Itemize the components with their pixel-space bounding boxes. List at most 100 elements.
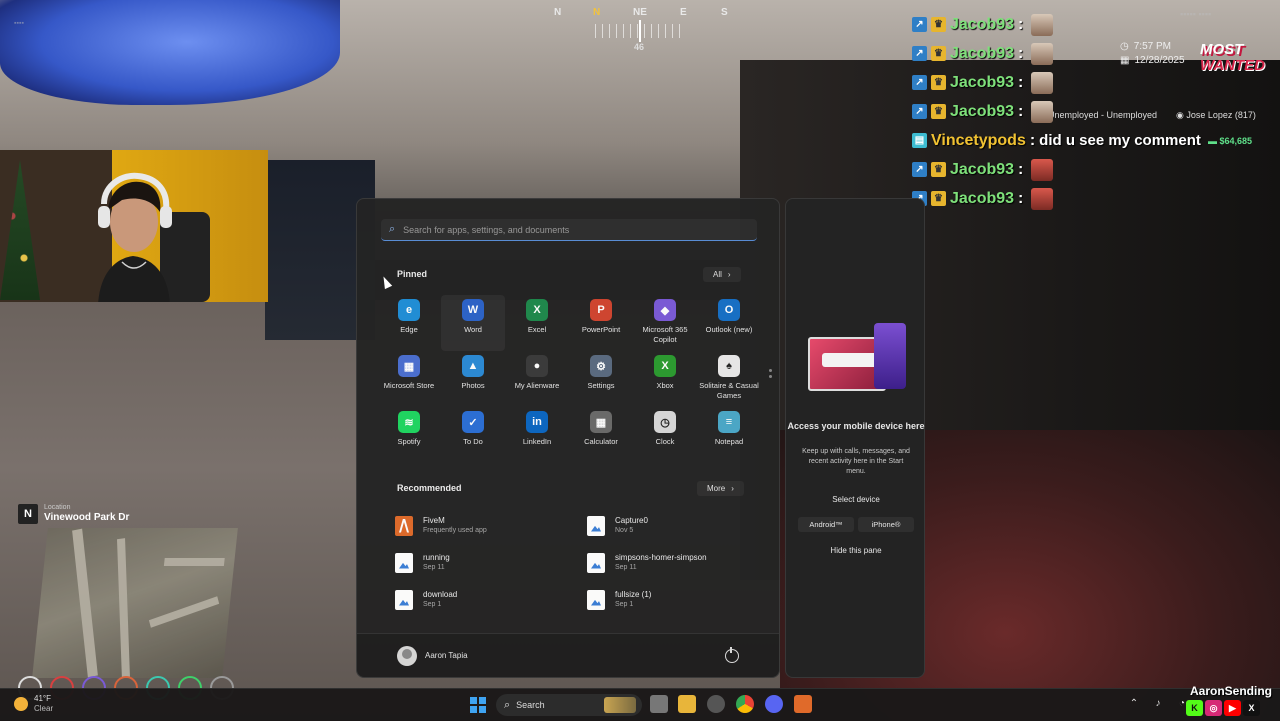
obs-icon[interactable] — [707, 695, 725, 713]
task-view-icon[interactable] — [650, 695, 668, 713]
recommended-item[interactable]: running Sep 11 — [395, 544, 587, 581]
pinned-app-store[interactable]: ▦ Microsoft Store — [377, 351, 441, 407]
recommended-title: FiveM — [423, 516, 445, 525]
pinned-app-label: Notepad — [714, 437, 744, 446]
page-dots[interactable] — [769, 369, 772, 381]
pinned-app-label: Word — [464, 325, 482, 334]
chevron-up-icon[interactable]: ⌃ — [1128, 697, 1140, 709]
crown-icon: ♛ — [931, 46, 946, 61]
all-apps-button[interactable]: All › — [703, 267, 741, 282]
pinned-app-label: Microsoft Store — [383, 381, 435, 390]
crown-icon: ♛ — [931, 75, 946, 90]
pinned-app-powerpoint[interactable]: P PowerPoint — [569, 295, 633, 351]
pinned-app-alienware[interactable]: ● My Alienware — [505, 351, 569, 407]
crown-icon: ♛ — [931, 191, 946, 206]
streamer-avatar — [98, 172, 172, 302]
clock-icon: ◷ — [654, 411, 676, 433]
pinned-app-excel[interactable]: X Excel — [505, 295, 569, 351]
select-device-link[interactable]: Select device — [786, 495, 926, 504]
powerpoint-icon: P — [590, 299, 612, 321]
image-file-icon — [395, 552, 413, 573]
weather-widget[interactable]: 41°F Clear — [14, 694, 53, 714]
recommended-item[interactable]: fullsize (1) Sep 1 — [587, 581, 779, 618]
recommended-list: FiveM Frequently used app Capture0 Nov 5 run… — [395, 507, 765, 618]
phone-link-illustration — [808, 323, 908, 391]
pinned-app-clock[interactable]: ◷ Clock — [633, 407, 697, 463]
discord-icon[interactable] — [765, 695, 783, 713]
pinned-app-photos[interactable]: ▲ Photos — [441, 351, 505, 407]
pinned-app-calculator[interactable]: ▦ Calculator — [569, 407, 633, 463]
windows-start-button[interactable] — [470, 697, 486, 713]
chat-message: ↗ ♛ Jacob93: — [912, 10, 1280, 39]
recommended-item[interactable]: FiveM Frequently used app — [395, 507, 587, 544]
chat-message: ↗ ♛ Jacob93: — [912, 97, 1280, 126]
recommended-title: running — [423, 553, 450, 562]
search-icon: ⌕ — [504, 698, 511, 711]
chat-username: Jacob93 — [950, 44, 1015, 62]
todo-icon: ✓ — [462, 411, 484, 433]
minimap — [32, 528, 238, 678]
pinned-app-m365-copilot[interactable]: ◆ Microsoft 365 Copilot — [633, 295, 697, 351]
badge-icon: ▤ — [912, 133, 927, 148]
pinned-app-label: Outlook (new) — [705, 325, 753, 334]
compass-heading: 46 — [634, 42, 645, 52]
settings-icon: ⚙ — [590, 355, 612, 377]
emote-icon — [1031, 100, 1054, 123]
all-apps-label: All — [713, 270, 722, 279]
store-icon: ▦ — [398, 355, 420, 377]
pinned-app-label: LinkedIn — [522, 437, 552, 446]
pinned-app-solitaire[interactable]: ♠ Solitaire & Casual Games — [697, 351, 761, 407]
recommended-subtitle: Sep 11 — [615, 564, 637, 571]
compass-center-tick — [639, 20, 641, 42]
file-explorer-icon[interactable] — [678, 695, 696, 713]
user-name: Aaron Tapia — [425, 651, 468, 660]
hide-pane-link[interactable]: Hide this pane — [786, 546, 926, 555]
kick-icon: K — [1186, 700, 1203, 716]
start-search-box[interactable]: ⌕ — [381, 219, 757, 241]
pinned-app-notepad[interactable]: ≡ Notepad — [697, 407, 761, 463]
microphone-icon[interactable]: ♪ — [1152, 697, 1164, 709]
chat-separator: : — [1018, 73, 1024, 91]
pinned-title: Pinned — [397, 269, 428, 279]
taskbar-search-label: Search — [516, 700, 545, 710]
pinned-app-xbox[interactable]: X Xbox — [633, 351, 697, 407]
chat-separator: : — [1018, 15, 1024, 33]
android-button[interactable]: Android™ — [798, 517, 854, 532]
more-button[interactable]: More › — [697, 481, 744, 496]
recommended-subtitle: Nov 5 — [615, 527, 634, 534]
system-tray: ⌃ ♪ ◔ — [1128, 697, 1188, 709]
pinned-app-edge[interactable]: e Edge — [377, 295, 441, 351]
phone-link-pane: Access your mobile device here Keep up w… — [785, 198, 925, 678]
emote-icon — [1031, 187, 1054, 210]
recommended-title: Capture0 — [615, 516, 648, 525]
start-search-input[interactable] — [401, 223, 757, 236]
recommended-subtitle: Frequently used app — [423, 527, 487, 534]
recommended-title: download — [423, 590, 458, 599]
recommended-item[interactable]: download Sep 1 — [395, 581, 587, 618]
pinned-app-word[interactable]: W Word — [441, 295, 505, 351]
pinned-app-spotify[interactable]: ≋ Spotify — [377, 407, 441, 463]
recommended-title: Recommended — [397, 483, 462, 493]
power-icon[interactable] — [725, 646, 739, 663]
recommended-item[interactable]: simpsons-homer-simpson Sep 11 — [587, 544, 779, 581]
compass-n: N — [554, 7, 562, 18]
badge-icon: ↗ — [912, 46, 927, 61]
pinned-app-linkedin[interactable]: in LinkedIn — [505, 407, 569, 463]
streamer-brand: AaronSending — [1190, 684, 1273, 698]
taskbar-search[interactable]: ⌕ Search — [496, 694, 642, 716]
user-account-button[interactable]: Aaron Tapia — [397, 645, 468, 666]
fivem-icon[interactable] — [794, 695, 812, 713]
edge-icon: e — [398, 299, 420, 321]
compass-ne: NE — [633, 7, 647, 18]
chat-message: ▤ Vincetypods: did u see my comment — [912, 126, 1280, 155]
emote-icon — [1031, 71, 1054, 94]
recommended-subtitle: Sep 1 — [423, 601, 442, 608]
pinned-app-settings[interactable]: ⚙ Settings — [569, 351, 633, 407]
pinned-app-outlook[interactable]: O Outlook (new) — [697, 295, 761, 351]
pinned-app-todo[interactable]: ✓ To Do — [441, 407, 505, 463]
badge-icon: ↗ — [912, 17, 927, 32]
iphone-button[interactable]: iPhone® — [858, 517, 914, 532]
recommended-item[interactable]: Capture0 Nov 5 — [587, 507, 779, 544]
recommended-title: fullsize (1) — [615, 590, 652, 599]
chrome-icon[interactable] — [736, 695, 754, 713]
